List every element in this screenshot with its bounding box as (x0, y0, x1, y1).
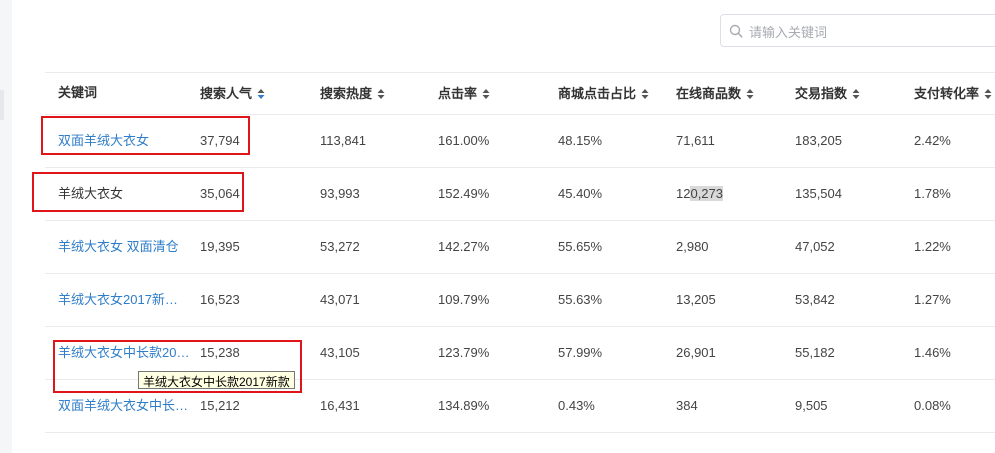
row-divider (45, 432, 995, 433)
payment-conversion-value: 2.42% (914, 133, 951, 148)
search-heat-value: 93,993 (320, 186, 360, 201)
row-divider (45, 167, 995, 168)
online-products-value: 13,205 (676, 292, 716, 307)
search-popularity-value: 37,794 (200, 133, 240, 148)
search-input[interactable] (747, 21, 991, 43)
transaction-index-value: 135,504 (795, 186, 842, 201)
transaction-index-value: 183,205 (795, 133, 842, 148)
online-products-value: 2,980 (676, 239, 709, 254)
keyword-link[interactable]: 羊绒大衣女中长款2017新款 (58, 343, 190, 363)
click-rate-value: 123.79% (438, 345, 490, 360)
sort-icon[interactable] (641, 88, 649, 100)
click-rate-value: 152.49% (438, 186, 490, 201)
sort-icon[interactable] (257, 88, 265, 100)
sort-icon[interactable] (984, 88, 992, 100)
online-products-value: 26,901 (676, 345, 716, 360)
payment-conversion-value: 1.78% (914, 186, 951, 201)
search-popularity-value: 15,238 (200, 345, 240, 360)
transaction-index-value: 9,505 (795, 398, 828, 413)
search-heat-value: 113,841 (320, 133, 367, 148)
mall-click-ratio-value: 45.40% (558, 186, 603, 201)
row-divider (45, 220, 995, 221)
sort-icon[interactable] (852, 88, 860, 100)
keyword-link[interactable]: 羊绒大衣女2017新款 中长款 (58, 290, 190, 310)
transaction-index-value: 47,052 (795, 239, 835, 254)
online-products-value: 384 (676, 398, 698, 413)
mall-click-ratio-value: 48.15% (558, 133, 603, 148)
payment-conversion-value: 1.27% (914, 292, 951, 307)
mall-click-ratio-value: 55.65% (558, 239, 603, 254)
search-heat-value: 53,272 (320, 239, 360, 254)
table-top-border (45, 72, 995, 73)
column-header-transaction-index[interactable]: 交易指数 (795, 84, 860, 104)
sort-icon[interactable] (482, 88, 490, 100)
header-divider (45, 114, 995, 115)
keyword-link[interactable]: 双面羊绒大衣女中长款韩版 (58, 396, 190, 416)
column-header-search-heat[interactable]: 搜索热度 (320, 84, 385, 104)
transaction-index-value: 55,182 (795, 345, 835, 360)
keyword-link[interactable]: 双面羊绒大衣女 (58, 131, 190, 151)
row-divider (45, 273, 995, 274)
row-divider (45, 326, 995, 327)
search-heat-value: 43,071 (320, 292, 360, 307)
payment-conversion-value: 1.46% (914, 345, 951, 360)
column-header-search-popularity[interactable]: 搜索人气 (200, 84, 265, 104)
keyword-text[interactable]: 羊绒大衣女 (58, 184, 123, 204)
search-popularity-value: 15,212 (200, 398, 240, 413)
online-products-value: 120,273 (676, 184, 724, 204)
search-popularity-value: 16,523 (200, 292, 240, 307)
keyword-link[interactable]: 羊绒大衣女 双面清仓 (58, 237, 190, 257)
online-products-value: 71,611 (676, 133, 715, 148)
sort-icon[interactable] (746, 88, 754, 100)
click-rate-value: 109.79% (438, 292, 490, 307)
search-heat-value: 16,431 (320, 398, 360, 413)
keyword-tooltip: 羊绒大衣女中长款2017新款 (138, 371, 295, 389)
sidebar-marker (0, 90, 4, 120)
payment-conversion-value: 1.22% (914, 239, 951, 254)
mall-click-ratio-value: 0.43% (558, 398, 595, 413)
mall-click-ratio-value: 57.99% (558, 345, 603, 360)
mall-click-ratio-value: 55.63% (558, 292, 603, 307)
column-header-online-products[interactable]: 在线商品数 (676, 84, 754, 104)
search-popularity-value: 19,395 (200, 239, 240, 254)
column-header-payment-conversion[interactable]: 支付转化率 (914, 84, 992, 104)
column-header-keyword: 关键词 (58, 85, 98, 100)
payment-conversion-value: 0.08% (914, 398, 951, 413)
selected-text-prefix: 12 (676, 186, 691, 201)
column-header-mall-click-ratio[interactable]: 商城点击占比 (558, 84, 649, 104)
click-rate-value: 142.27% (438, 239, 490, 254)
sort-icon[interactable] (377, 88, 385, 100)
transaction-index-value: 53,842 (795, 292, 835, 307)
click-rate-value: 161.00% (438, 133, 490, 148)
selected-text-highlight: 0,273 (690, 186, 724, 201)
search-popularity-value: 35,064 (200, 186, 240, 201)
left-sidebar-edge (0, 0, 12, 453)
search-box[interactable] (720, 14, 995, 47)
click-rate-value: 134.89% (438, 398, 490, 413)
search-icon (729, 24, 743, 38)
column-header-click-rate[interactable]: 点击率 (438, 84, 490, 104)
search-heat-value: 43,105 (320, 345, 360, 360)
